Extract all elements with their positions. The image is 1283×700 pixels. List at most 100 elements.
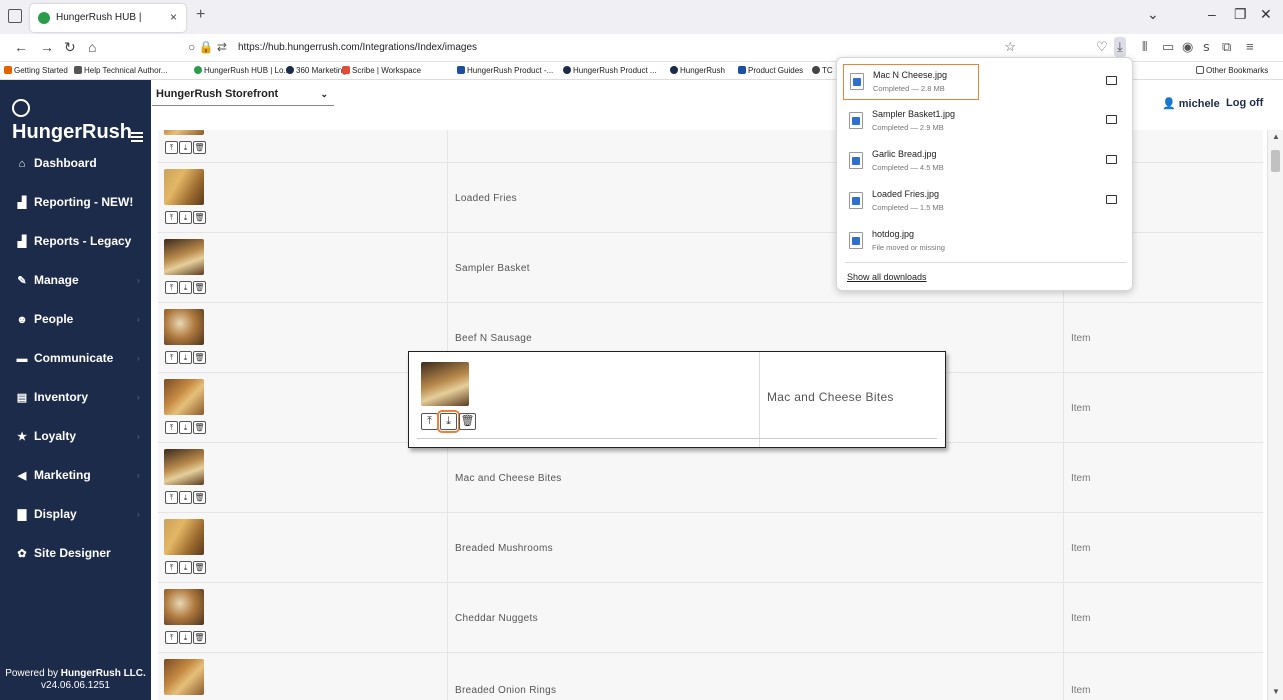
page-scrollbar[interactable]: ▲ ▼ (1267, 130, 1283, 700)
account-icon[interactable]: ◉ (1182, 39, 1193, 55)
download-icon[interactable]: ⤓ (437, 410, 460, 433)
extension-icon[interactable]: ꜱ (1203, 39, 1210, 55)
minimize-button[interactable]: – (1208, 6, 1216, 22)
tab-close-button[interactable]: × (170, 10, 177, 24)
user-menu[interactable]: 👤 michele (1162, 97, 1220, 110)
trash-icon[interactable]: 🗑 (193, 491, 206, 504)
folder-icon[interactable] (1106, 195, 1117, 204)
trash-icon[interactable]: 🗑 (459, 413, 476, 430)
forward-button[interactable]: → (40, 39, 54, 55)
back-button[interactable]: ← (14, 39, 28, 55)
tab-overflow-chevron-icon[interactable]: ⌄ (1147, 6, 1159, 23)
downloads-icon[interactable]: ⤓ (1114, 37, 1126, 57)
sidebar-toggle-icon[interactable]: ▭ (1162, 39, 1174, 55)
upload-icon[interactable]: ⤒ (165, 491, 178, 504)
upload-icon[interactable]: ⤒ (165, 631, 178, 644)
product-thumbnail (164, 659, 204, 695)
sidebar-item-marketing[interactable]: ◀ Marketing (14, 468, 91, 482)
trash-icon[interactable]: 🗑 (193, 421, 206, 434)
new-tab-button[interactable]: + (196, 6, 205, 24)
restore-button[interactable]: ❐ (1234, 6, 1247, 23)
url-text[interactable]: https://hub.hungerrush.com/Integrations/… (238, 42, 477, 53)
scroll-down-icon[interactable]: ▼ (1272, 687, 1280, 696)
item-type: Item (1071, 403, 1091, 414)
download-status: Completed — 2.9 MB (872, 123, 944, 132)
home-button[interactable]: ⌂ (88, 39, 96, 55)
library-icon[interactable]: ⫴ (1142, 39, 1147, 55)
bookmark-item[interactable]: HungerRush (670, 66, 725, 75)
trash-icon[interactable]: 🗑 (193, 211, 206, 224)
show-all-downloads-link[interactable]: Show all downloads (847, 272, 927, 282)
browser-tab[interactable]: HungerRush HUB | × (30, 4, 186, 32)
bookmark-item[interactable]: HungerRush HUB | Lo... (194, 66, 290, 75)
folder-icon[interactable] (1106, 115, 1117, 124)
url-bar[interactable]: ○ 🔒 ⇄ https://hub.hungerrush.com/Integra… (182, 37, 1022, 59)
bookmark-item[interactable]: Getting Started (4, 66, 68, 75)
bookmark-item[interactable]: Product Guides (738, 66, 803, 75)
upload-icon[interactable]: ⤒ (165, 281, 178, 294)
download-icon[interactable]: ⤓ (179, 351, 192, 364)
folder-icon[interactable] (1106, 76, 1117, 85)
download-item[interactable]: Garlic Bread.jpg Completed — 4.5 MB (843, 144, 1127, 180)
sidebar-item-communicate[interactable]: ▬ Communicate (14, 351, 114, 365)
menu-icon[interactable]: ≡ (1246, 39, 1254, 54)
download-icon[interactable]: ⤓ (179, 211, 192, 224)
bookmark-item[interactable]: HungerRush Product ... (563, 66, 657, 75)
bookmark-item[interactable]: Help Technical Author... (74, 66, 167, 75)
hungerrush-logo-icon (12, 99, 30, 117)
store-select[interactable]: HungerRush Storefront ⌄ (152, 84, 334, 106)
download-icon[interactable]: ⤓ (179, 561, 192, 574)
download-icon[interactable]: ⤓ (179, 421, 192, 434)
sidebar-item-loyalty[interactable]: ★ Loyalty (14, 429, 76, 443)
scrollbar-thumb[interactable] (1271, 150, 1280, 172)
download-item[interactable]: hotdog.jpg File moved or missing (843, 224, 1127, 260)
upload-icon[interactable]: ⤒ (165, 211, 178, 224)
reload-button[interactable]: ↻ (64, 39, 76, 56)
upload-icon[interactable]: ⤒ (165, 421, 178, 434)
pocket-icon[interactable]: ♡ (1096, 39, 1108, 55)
people-icon: ☻ (16, 314, 28, 326)
download-icon[interactable]: ⤓ (179, 491, 192, 504)
trash-icon[interactable]: 🗑 (193, 281, 206, 294)
bookmark-item[interactable]: TC (812, 66, 833, 75)
sidebar-item-reporting-new[interactable]: ▟ Reporting - NEW! (14, 195, 134, 209)
download-icon[interactable]: ⤓ (179, 281, 192, 294)
upload-icon[interactable]: ⤒ (165, 141, 178, 154)
bookmark-item[interactable]: HungerRush Product -... (457, 66, 553, 75)
folder-icon[interactable] (1106, 155, 1117, 164)
tab-list-icon[interactable] (8, 9, 22, 23)
upload-icon[interactable]: ⤒ (165, 561, 178, 574)
download-item[interactable]: Mac N Cheese.jpg Completed — 2.8 MB (843, 64, 979, 100)
trash-icon[interactable]: 🗑 (193, 561, 206, 574)
bookmark-item[interactable]: 360 Marketing (286, 66, 347, 75)
sidebar-item-reports-legacy[interactable]: ▟ Reports - Legacy (14, 234, 132, 248)
bookmark-item[interactable]: Scribe | Workspace (342, 66, 421, 75)
trash-icon[interactable]: 🗑 (193, 141, 206, 154)
sidebar-item-display[interactable]: ▇ Display (14, 507, 77, 521)
sidebar-item-site-designer[interactable]: ✿ Site Designer (14, 546, 110, 560)
bar-chart-icon: ▟ (17, 236, 27, 248)
image-file-icon (849, 232, 863, 249)
logoff-link[interactable]: Log off (1226, 97, 1263, 109)
other-bookmarks[interactable]: Other Bookmarks (1196, 66, 1268, 75)
sidebar-item-manage[interactable]: ✎ Manage (14, 273, 78, 287)
extensions-puzzle-icon[interactable]: ⧉ (1222, 39, 1231, 55)
download-filename: Garlic Bread.jpg (872, 149, 937, 159)
bookmark-star-icon[interactable]: ☆ (1004, 39, 1016, 55)
close-window-button[interactable]: ✕ (1260, 6, 1272, 23)
download-item[interactable]: Loaded Fries.jpg Completed — 1.5 MB (843, 184, 1127, 220)
sidebar-item-dashboard[interactable]: ⌂ Dashboard (14, 156, 97, 170)
scroll-up-icon[interactable]: ▲ (1272, 132, 1280, 141)
upload-icon[interactable]: ⤒ (165, 351, 178, 364)
trash-icon[interactable]: 🗑 (193, 351, 206, 364)
hamburger-menu-icon[interactable] (131, 132, 143, 144)
download-icon[interactable]: ⤓ (179, 141, 192, 154)
sidebar-item-inventory[interactable]: ▤ Inventory (14, 390, 88, 404)
download-icon[interactable]: ⤓ (179, 631, 192, 644)
sidebar-item-people[interactable]: ☻ People (14, 312, 73, 326)
download-item[interactable]: Sampler Basket1.jpg Completed — 2.9 MB (843, 104, 1127, 140)
trash-icon[interactable]: 🗑 (193, 631, 206, 644)
powered-by: Powered by HungerRush LLC. v24.06.06.125… (0, 668, 151, 692)
upload-icon[interactable]: ⤒ (421, 413, 438, 430)
site-info-icon[interactable]: ○ 🔒 ⇄ (188, 40, 227, 54)
